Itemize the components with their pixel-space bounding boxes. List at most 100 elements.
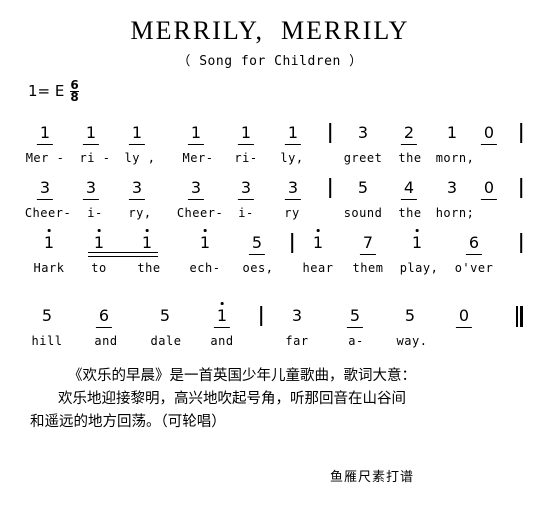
note: 0 — [480, 123, 498, 146]
notes-row: 5 6 5 1 3 5 5 0 — [0, 303, 540, 333]
lyric-syllable: Cheer- — [176, 206, 224, 220]
note-glyph: 1 — [199, 233, 211, 252]
time-signature-denominator: 8 — [70, 90, 79, 104]
lyric-syllable: hill — [31, 334, 63, 348]
annotation-line-3: 和遥远的地方回荡。（可轮唱） — [30, 414, 226, 430]
note-glyph: 3 — [357, 123, 369, 142]
note: 5 — [41, 307, 53, 325]
note: 1 — [237, 123, 255, 146]
staff-line-3: 1 1 1 1 5 1 7 1 6 Hark to the ech-oes, hear them play, o… — [0, 230, 540, 286]
note-glyph: 3 — [82, 178, 100, 201]
lyric-syllable: o'ver — [454, 261, 494, 275]
note-glyph: 2 — [400, 123, 418, 146]
note-glyph: 1 — [312, 233, 324, 252]
lyric-syllable: a- — [348, 334, 364, 348]
note: 5 — [159, 307, 171, 325]
barline — [329, 123, 331, 143]
note: 0 — [455, 306, 473, 329]
lyrics-row: Hark to the ech-oes, hear them play, o'ver — [0, 260, 540, 282]
note: 3 — [82, 178, 100, 201]
note: 1 — [284, 124, 302, 146]
note: 5 — [346, 307, 364, 329]
note: 7 — [359, 233, 377, 256]
time-signature: 6 8 — [70, 79, 79, 104]
lyric-syllable: horn; — [435, 206, 475, 220]
staff-line-2: 3 3 3 3 3 3 5 4 3 0 Cheer-i-ry, Cheer-i-ry sound the h… — [0, 175, 540, 231]
lyric-syllable: ri- — [234, 151, 258, 165]
lyric-syllable: Mer- — [182, 151, 214, 165]
note: 1 — [141, 234, 153, 252]
note-glyph: 1 — [128, 123, 146, 146]
lyric-syllable: morn, — [435, 151, 475, 165]
lyric-syllable: hear — [302, 261, 334, 275]
note: 6 — [465, 233, 483, 256]
note: 6 — [95, 306, 113, 329]
note-glyph: 3 — [446, 178, 458, 197]
note: 1 — [93, 234, 105, 252]
key-and-time-signature: 1= E 6 8 — [28, 79, 79, 104]
note: 1 — [187, 124, 205, 146]
note-glyph: 5 — [41, 306, 53, 325]
lyric-syllable: Hark — [33, 261, 65, 275]
note: 3 — [446, 179, 458, 197]
lyric-syllable: Cheer- — [24, 206, 72, 220]
annotation-line-1: 《欢乐的早晨》是一首英国少年儿童歌曲，歌词大意： — [68, 368, 416, 384]
note-glyph: 3 — [291, 306, 303, 325]
barline — [329, 178, 331, 198]
note-glyph: 3 — [36, 178, 54, 201]
note: 1 — [43, 234, 55, 252]
note-glyph: 6 — [95, 306, 113, 329]
page-subtitle: （ Song for Children ） — [177, 54, 363, 69]
note: 3 — [284, 179, 302, 201]
lyrics-row: Cheer-i-ry, Cheer-i-ry sound the horn; — [0, 205, 540, 227]
annotation-line-2: 欢乐地迎接黎明，高兴地吹起号角，听那回音在山谷间 — [58, 391, 406, 407]
barline — [520, 123, 522, 143]
lyric-syllable: ri - — [79, 151, 111, 165]
note: 1 — [36, 124, 54, 146]
beam-bar — [88, 252, 158, 254]
lyric-syllable: sound — [343, 206, 383, 220]
note-glyph: 5 — [404, 306, 416, 325]
barline — [520, 178, 522, 198]
transcriber-signature: 鱼雁尺素打谱 — [330, 470, 415, 485]
lyric-syllable: the — [398, 151, 422, 165]
note: 3 — [357, 124, 369, 142]
note: 5 — [248, 233, 266, 256]
lyric-syllable: ry, — [128, 206, 152, 220]
note-glyph: 1 — [237, 123, 255, 146]
lyric-syllable: ry — [284, 206, 300, 220]
note: 4 — [400, 178, 418, 201]
note-glyph: 6 — [465, 233, 483, 256]
note-glyph: 1 — [93, 233, 105, 252]
note-glyph: 3 — [237, 178, 255, 201]
lyric-syllable: way. — [396, 334, 428, 348]
note: 1 — [199, 234, 211, 252]
annotation-block: 《欢乐的早晨》是一首英国少年儿童歌曲，歌词大意： 欢乐地迎接黎明，高兴地吹起号角… — [30, 365, 510, 434]
note-glyph: 0 — [455, 306, 473, 329]
note: 2 — [400, 123, 418, 146]
lyric-syllable: dale — [150, 334, 182, 348]
note-glyph: 3 — [187, 178, 205, 201]
lyrics-row: hill and dale and far a-way. — [0, 333, 540, 355]
note: 1 — [411, 234, 423, 252]
note: 3 — [128, 179, 146, 201]
note: 3 — [291, 307, 303, 325]
note-glyph: 0 — [480, 123, 498, 146]
note-glyph: 1 — [411, 233, 423, 252]
notes-row: 1 1 1 1 1 1 3 2 1 0 — [0, 120, 540, 150]
note-glyph: 7 — [359, 233, 377, 256]
note: 1 — [128, 123, 146, 146]
note-glyph: 5 — [248, 233, 266, 256]
note: 1 — [312, 234, 324, 252]
key-signature-label: 1= E — [28, 82, 65, 100]
lyric-syllable: and — [210, 334, 234, 348]
beam-group — [88, 252, 158, 257]
note-glyph: 4 — [400, 178, 418, 201]
notes-row: 3 3 3 3 3 3 5 4 3 0 — [0, 175, 540, 205]
staff-line-1: 1 1 1 1 1 1 3 2 1 0 Mer - ri - ly , Mer-ri-ly, greet th… — [0, 120, 540, 176]
note-glyph: 1 — [43, 233, 55, 252]
lyric-syllable: ech- — [189, 261, 221, 275]
lyric-syllable: Mer - — [25, 151, 65, 165]
lyric-syllable: greet — [343, 151, 383, 165]
note: 3 — [36, 178, 54, 201]
